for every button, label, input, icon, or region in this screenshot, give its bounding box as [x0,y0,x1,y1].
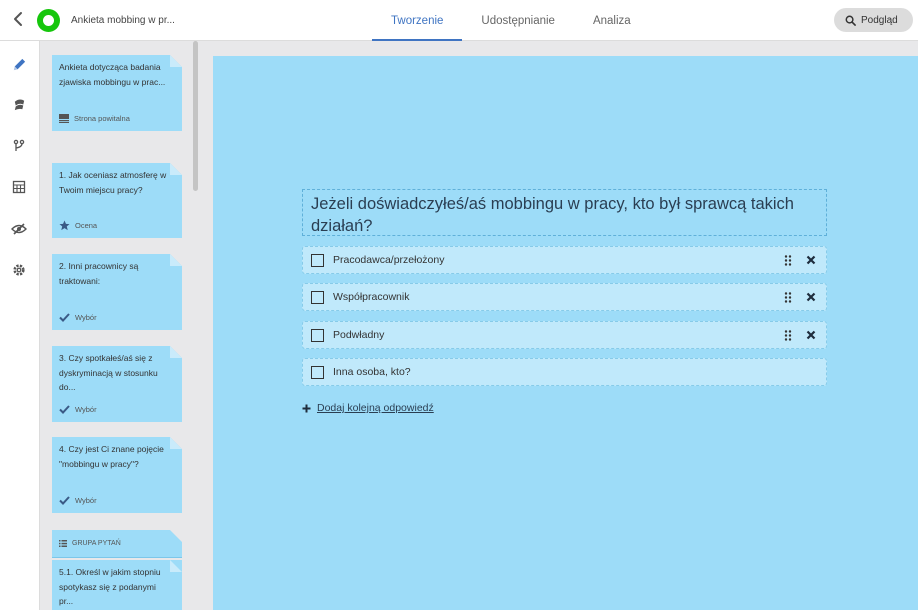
tab-analiza[interactable]: Analiza [574,0,650,41]
add-answer-label[interactable]: Dodaj kolejną odpowiedź [317,402,434,414]
plus-icon [302,404,311,412]
search-icon [845,15,856,26]
answer-label[interactable]: Współpracownik [333,291,409,303]
group-question-card[interactable]: 5.1. Określ w jakim stopniu spotykasz si… [52,560,182,610]
question-card-text: 2. Inni pracownicy są traktowani: [59,261,139,286]
card-type: Ocena [59,219,97,234]
question-sidebar: Ankieta dotycząca badania zjawiska mobbi… [40,41,198,610]
add-answer-link[interactable]: Dodaj kolejną odpowiedź [302,402,434,414]
question-card[interactable]: 3. Czy spotkałeś/aś się z dyskryminacją … [52,346,182,422]
main-tabs: Tworzenie Udostępnianie Analiza [372,0,650,41]
card-type-label: Strona powitalna [74,113,130,123]
checkbox[interactable] [311,254,324,267]
top-bar: Ankieta mobbing w pr... Tworzenie Udostę… [0,0,918,41]
drag-handle-icon[interactable] [784,330,792,341]
delete-icon[interactable] [806,255,816,265]
checkmark-icon [59,496,70,505]
card-type: Wybór [59,403,97,418]
answer-option-other[interactable]: Inna osoba, kto? [302,358,827,386]
question-card-text: 5.1. Określ w jakim stopniu spotykasz si… [59,567,161,606]
preview-label: Podgląd [861,14,898,26]
calculator-icon[interactable] [10,178,28,196]
eye-hidden-icon[interactable] [10,220,28,238]
logic-icon[interactable] [10,137,28,155]
tab-udostepnianie[interactable]: Udostępnianie [462,0,574,41]
star-icon [59,220,70,231]
back-arrow-icon[interactable] [10,10,28,28]
question-card[interactable]: 1. Jak oceniasz atmosferę w Twoim miejsc… [52,163,182,238]
answer-option[interactable]: Pracodawca/przełożony [302,246,827,274]
list-icon [59,540,67,547]
checkmark-icon [59,313,70,322]
answer-label[interactable]: Inna osoba, kto? [333,366,411,378]
checkmark-icon [59,405,70,414]
card-type-label: Wybór [75,404,97,414]
tab-tworzenie[interactable]: Tworzenie [372,0,463,41]
card-type: Strona powitalna [59,112,130,127]
welcome-page-icon [59,114,69,123]
preview-button[interactable]: Podgląd [834,8,913,32]
question-title[interactable]: Jeżeli doświadczyłeś/aś mobbingu w pracy… [302,189,827,236]
tool-rail [0,41,40,610]
answer-label[interactable]: Pracodawca/przełożony [333,254,444,266]
group-label: GRUPA PYTAŃ [72,540,121,547]
sidebar-scrollbar[interactable] [193,41,198,191]
checkbox[interactable] [311,291,324,304]
welcome-card-text: Ankieta dotycząca badania zjawiska mobbi… [59,62,166,87]
pencil-icon[interactable] [10,55,28,73]
delete-icon[interactable] [806,330,816,340]
answer-label[interactable]: Podwładny [333,329,384,341]
welcome-card[interactable]: Ankieta dotycząca badania zjawiska mobbi… [52,55,182,131]
question-card-text: 1. Jak oceniasz atmosferę w Twoim miejsc… [59,170,167,195]
question-card-text: 4. Czy jest Ci znane pojęcie "mobbingu w… [59,444,164,469]
drag-handle-icon[interactable] [784,292,792,303]
survey-title[interactable]: Ankieta mobbing w pr... [71,15,175,26]
answer-option[interactable]: Współpracownik [302,283,827,311]
card-type-label: Wybór [75,495,97,505]
answer-option[interactable]: Podwładny [302,321,827,349]
delete-icon[interactable] [806,292,816,302]
question-group-header[interactable]: GRUPA PYTAŃ [52,530,182,558]
question-card[interactable]: 4. Czy jest Ci znane pojęcie "mobbingu w… [52,437,182,513]
drag-handle-icon[interactable] [784,255,792,266]
editor-canvas: Jeżeli doświadczyłeś/aś mobbingu w pracy… [213,56,918,610]
theme-icon[interactable] [10,95,28,113]
question-card-text: 3. Czy spotkałeś/aś się z dyskryminacją … [59,353,158,392]
app-logo[interactable] [37,9,60,32]
question-card[interactable]: 2. Inni pracownicy są traktowani: Wybór [52,254,182,330]
settings-icon[interactable] [10,261,28,279]
card-type: Wybór [59,311,97,326]
card-type: Wybór [59,494,97,509]
card-type-label: Wybór [75,312,97,322]
card-type-label: Ocena [75,220,98,230]
checkbox[interactable] [311,329,324,342]
checkbox[interactable] [311,366,324,379]
